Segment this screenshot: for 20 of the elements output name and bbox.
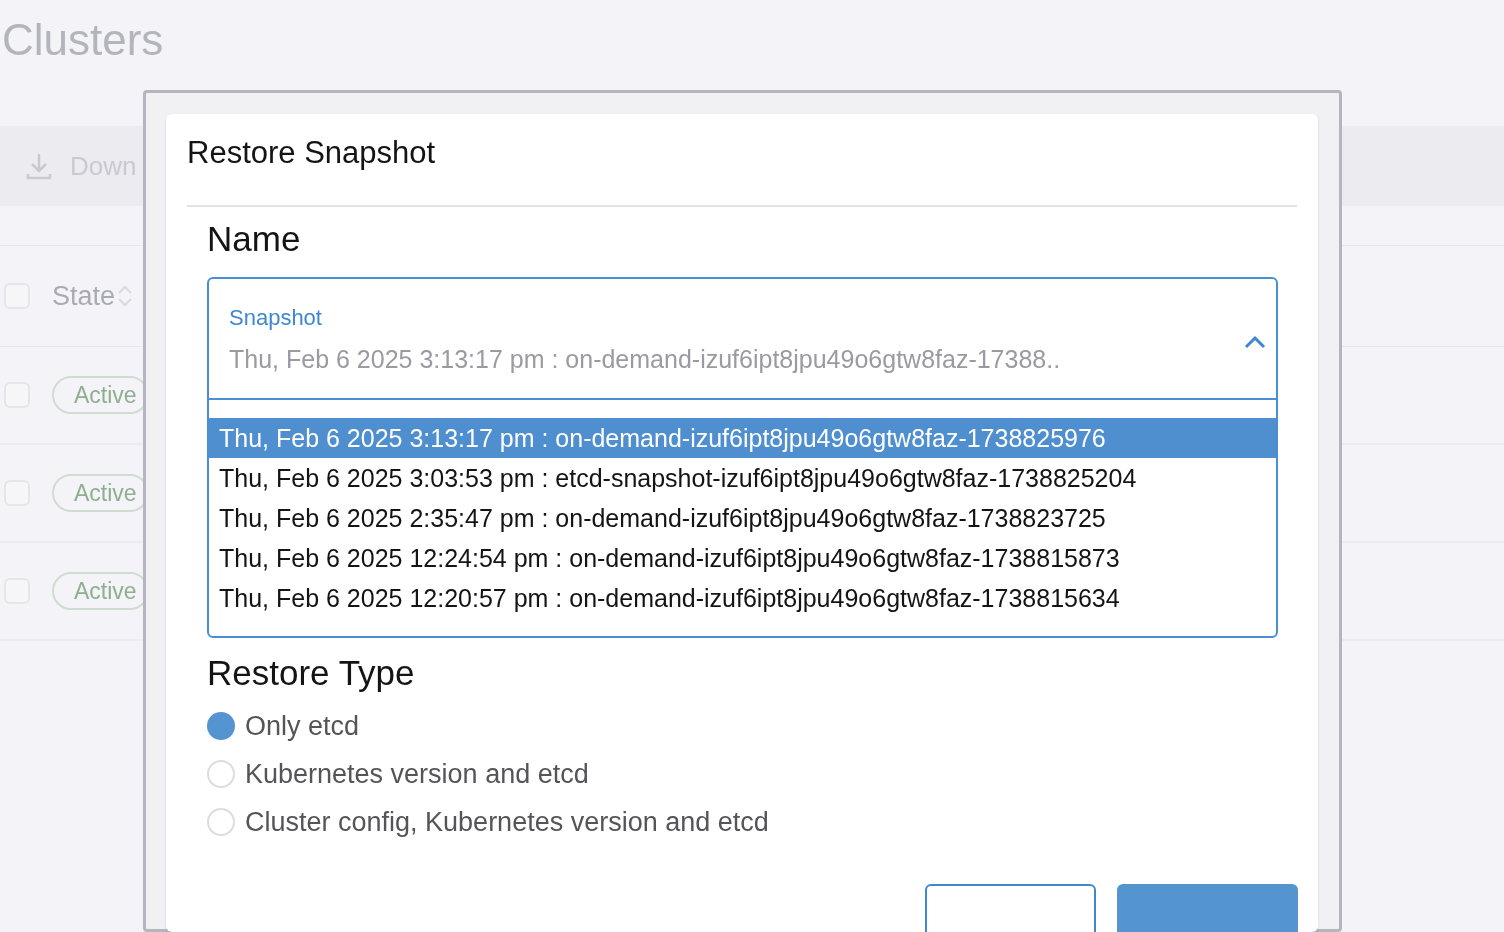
snapshot-option[interactable]: Thu, Feb 6 2025 12:24:54 pm : on-demand-izuf6ipt8jpu49o6gtw8faz-1738815873 [209, 538, 1276, 578]
radio-label[interactable]: Only etcd [245, 705, 360, 747]
snapshot-select[interactable]: Snapshot Thu, Feb 6 2025 3:13:17 pm : on-demand-izuf6ipt8jpu49o6gtw8faz-17388.. [209, 279, 1276, 398]
radio-button[interactable] [207, 712, 235, 740]
radio-label[interactable]: Kubernetes version and etcd [245, 753, 589, 795]
snapshot-option[interactable]: Thu, Feb 6 2025 3:03:53 pm : etcd-snapshot-izuf6ipt8jpu49o6gtw8faz-1738825204 [209, 458, 1276, 498]
download-icon [26, 152, 52, 180]
secondary-button[interactable] [925, 884, 1096, 932]
primary-button[interactable] [1117, 884, 1298, 932]
radio-button[interactable] [207, 808, 235, 836]
radio-label[interactable]: Cluster config, Kubernetes version and etcd [245, 801, 769, 843]
snapshot-option[interactable]: Thu, Feb 6 2025 2:35:47 pm : on-demand-izuf6ipt8jpu49o6gtw8faz-1738823725 [209, 498, 1276, 538]
radio-button[interactable] [207, 760, 235, 788]
snapshot-option[interactable]: Thu, Feb 6 2025 12:20:57 pm : on-demand-izuf6ipt8jpu49o6gtw8faz-1738815634 [209, 578, 1276, 618]
sort-icon [117, 284, 134, 308]
dialog-title: Restore Snapshot [187, 134, 437, 172]
chevron-up-icon [1244, 335, 1266, 349]
page-title: Clusters [2, 14, 164, 66]
section-heading: Restore Type [207, 652, 416, 694]
section-heading: Name [207, 219, 302, 259]
